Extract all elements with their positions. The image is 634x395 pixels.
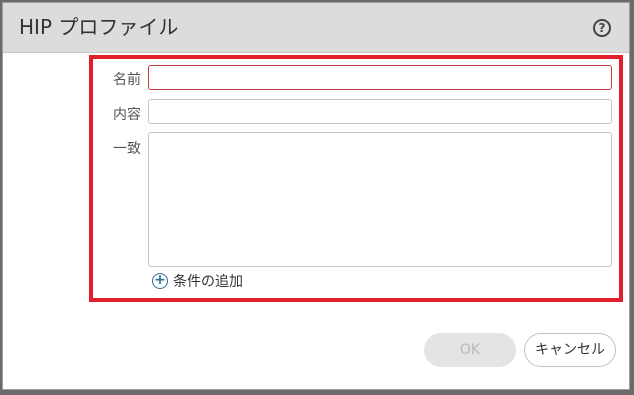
name-label: 名前 [113, 72, 141, 88]
dialog-titlebar: HIP プロファイル ? [3, 3, 629, 53]
match-textarea[interactable] [148, 132, 612, 267]
hip-profile-dialog: HIP プロファイル ? 名前 内容 一致 + 条件の追加 OK キャンセル [2, 2, 630, 390]
description-input[interactable] [148, 99, 612, 124]
plus-circle-icon: + [152, 273, 168, 289]
description-label: 内容 [113, 107, 141, 123]
dialog-title: HIP プロファイル [19, 15, 179, 39]
cancel-button[interactable]: キャンセル [524, 333, 616, 367]
name-input[interactable] [148, 65, 612, 90]
ok-button[interactable]: OK [424, 333, 516, 367]
match-label: 一致 [113, 141, 141, 157]
help-icon[interactable]: ? [593, 19, 611, 37]
add-condition-link[interactable]: + 条件の追加 [152, 271, 243, 291]
add-condition-label: 条件の追加 [173, 274, 243, 290]
